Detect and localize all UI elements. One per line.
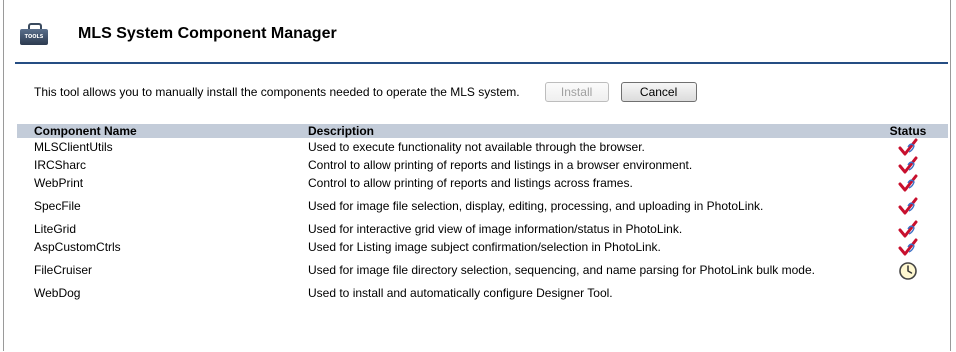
cancel-button[interactable]: Cancel bbox=[620, 82, 697, 102]
checkmark-icon bbox=[898, 138, 918, 156]
page-title: MLS System Component Manager bbox=[78, 25, 337, 42]
table-row: AspCustomCtrls Used for Listing image sub… bbox=[17, 238, 948, 256]
component-description: Control to allow printing of reports and… bbox=[308, 175, 633, 190]
table-row: SpecFile Used for image file selection, d… bbox=[17, 192, 948, 220]
component-description: Used to execute functionality not availa… bbox=[308, 139, 645, 154]
checkmark-icon bbox=[898, 238, 918, 256]
column-header-name: Component Name bbox=[17, 124, 308, 138]
intro-text: This tool allows you to manually install… bbox=[34, 85, 520, 99]
intro-row: This tool allows you to manually install… bbox=[34, 80, 697, 104]
component-description: Used for image file selection, display, … bbox=[308, 198, 764, 213]
toolbox-icon: TOOLS bbox=[20, 23, 48, 45]
column-header-description: Description bbox=[308, 124, 868, 138]
install-button[interactable]: Install bbox=[544, 82, 609, 102]
component-name: SpecFile bbox=[34, 198, 81, 213]
component-status bbox=[868, 256, 948, 284]
component-status bbox=[868, 174, 948, 192]
checkmark-icon bbox=[898, 156, 918, 174]
checkmark-icon bbox=[898, 220, 918, 238]
checkmark-icon bbox=[898, 197, 918, 215]
component-status bbox=[868, 138, 948, 156]
component-status bbox=[868, 238, 948, 256]
table-row: WebPrint Control to allow printing of rep… bbox=[17, 174, 948, 192]
table-row: WebDog Used to install and automatically … bbox=[17, 284, 948, 302]
column-header-status: Status bbox=[868, 124, 948, 138]
table-row: IRCSharc Control to allow printing of rep… bbox=[17, 156, 948, 174]
component-name: IRCSharc bbox=[34, 157, 87, 172]
component-status bbox=[868, 284, 948, 302]
component-status bbox=[868, 156, 948, 174]
component-name: LiteGrid bbox=[34, 221, 77, 236]
page-header: TOOLS MLS System Component Manager bbox=[20, 14, 337, 54]
component-description: Used for image file directory selection,… bbox=[308, 262, 815, 277]
component-name: MLSClientUtils bbox=[34, 139, 113, 154]
component-name: WebPrint bbox=[34, 175, 84, 190]
component-status bbox=[868, 192, 948, 220]
component-name: AspCustomCtrls bbox=[34, 239, 121, 254]
table-row: MLSClientUtils Used to execute functional… bbox=[17, 138, 948, 156]
component-description: Control to allow printing of reports and… bbox=[308, 157, 693, 172]
components-table: Component Name Description Status MLSCli… bbox=[17, 124, 948, 302]
component-name: FileCruiser bbox=[34, 262, 93, 277]
component-status bbox=[868, 220, 948, 238]
table-header-row: Component Name Description Status bbox=[17, 124, 948, 138]
component-name: WebDog bbox=[34, 285, 81, 300]
checkmark-icon bbox=[898, 174, 918, 192]
component-description: Used to install and automatically config… bbox=[308, 285, 613, 300]
header-divider bbox=[15, 62, 948, 64]
component-description: Used for interactive grid view of image … bbox=[308, 221, 683, 236]
component-description: Used for Listing image subject confirmat… bbox=[308, 239, 661, 254]
clock-icon bbox=[898, 261, 918, 280]
table-row: FileCruiser Used for image file directory… bbox=[17, 256, 948, 284]
table-row: LiteGrid Used for interactive grid view o… bbox=[17, 220, 948, 238]
